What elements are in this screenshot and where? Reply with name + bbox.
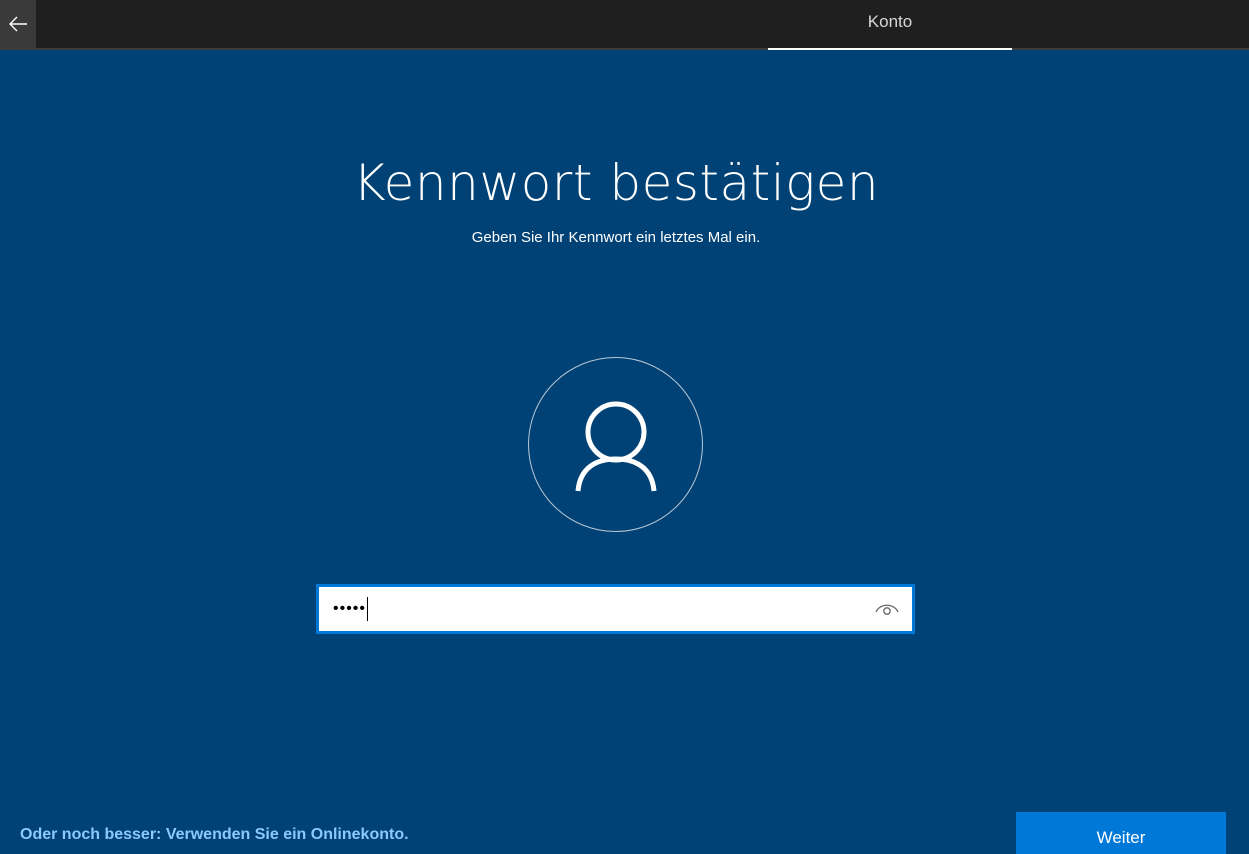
reveal-password-button[interactable] [872,596,902,622]
next-button[interactable]: Weiter [1016,812,1226,854]
password-value-wrap: ••••• [333,595,369,623]
back-button[interactable] [0,0,36,48]
page-subtitle: Geben Sie Ihr Kennwort ein letztes Mal e… [471,229,761,246]
online-account-link[interactable]: Oder noch besser: Verwenden Sie ein Onli… [20,826,409,844]
password-value: ••••• [333,600,367,617]
text-caret [367,597,369,621]
arrow-left-icon [9,16,27,32]
page-title: Kennwort bestätigen [352,154,880,212]
eye-icon [875,604,899,615]
tab-konto[interactable]: Konto [768,0,1012,50]
top-bar: Konto [0,0,1249,50]
password-field[interactable]: ••••• [316,584,915,634]
user-icon [575,401,657,492]
avatar [528,357,703,532]
